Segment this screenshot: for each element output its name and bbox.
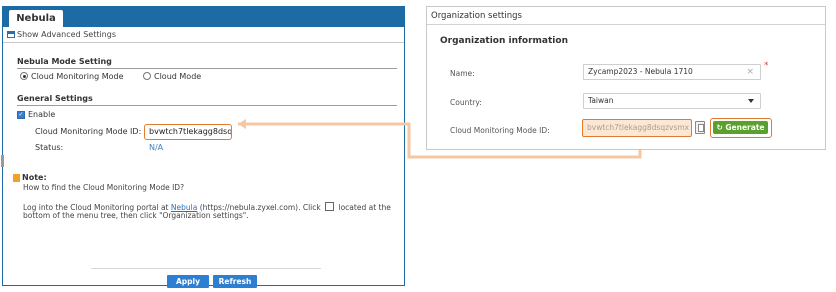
show-advanced-settings-link[interactable]: Show Advanced Settings [7, 30, 116, 39]
required-asterisk: * [764, 61, 769, 71]
button-divider [91, 268, 321, 269]
note-instruction-line-2: bottom of the menu tree, then click "Org… [23, 211, 249, 220]
status-value: N/A [149, 143, 164, 152]
copy-icon[interactable] [695, 121, 705, 134]
note-icon [13, 174, 20, 182]
name-value: Zycamp2023 - Nebula 1710 [588, 67, 693, 76]
radio-unselected-icon [143, 72, 151, 80]
generate-button[interactable]: ↻ Generate [713, 121, 768, 134]
country-label: Country: [450, 98, 482, 107]
generate-highlight: ↻ Generate [710, 118, 772, 138]
device-gui-panel: Nebula Show Advanced Settings Nebula Mod… [1, 6, 405, 288]
screenshot-stage: Nebula Show Advanced Settings Nebula Mod… [0, 0, 836, 292]
panel-resize-handle[interactable] [1, 155, 4, 167]
cloud-monitoring-id-field[interactable]: bvwtch7tlekagg8dsq [144, 124, 232, 140]
note-title: Note: [22, 173, 47, 182]
enable-label: Enable [28, 110, 56, 119]
apply-button[interactable]: Apply [167, 275, 209, 288]
cloud-monitoring-id-label: Cloud Monitoring Mode ID: [35, 127, 142, 136]
country-select[interactable]: Taiwan [583, 93, 761, 109]
radio-label-cloud-mode: Cloud Mode [154, 72, 202, 81]
nebula-mode-section-title: Nebula Mode Setting [17, 57, 112, 66]
organization-menu-icon [325, 202, 335, 211]
status-label: Status: [35, 143, 64, 152]
tab-nebula[interactable]: Nebula [9, 10, 63, 27]
section-divider [17, 105, 397, 106]
name-field[interactable]: Zycamp2023 - Nebula 1710 × [583, 64, 761, 80]
country-value: Taiwan [588, 96, 614, 105]
section-divider [17, 68, 397, 69]
tab-bar: Nebula [3, 7, 404, 27]
radio-cloud-mode[interactable]: Cloud Mode [143, 72, 201, 81]
general-settings-section-title: General Settings [17, 94, 93, 103]
panel-header: Organization settings [427, 7, 825, 25]
radio-label-cloud-monitoring-mode: Cloud Monitoring Mode [31, 72, 124, 81]
note-text-end: located at the [338, 203, 391, 212]
generate-label: Generate [725, 123, 765, 132]
enable-checkbox[interactable]: ✓ Enable [17, 110, 55, 119]
cloud-monitoring-id-field[interactable]: bvwtch7tlekagg8dsqzvsmx [582, 119, 692, 137]
organization-settings-panel: Organization settings Organization infor… [426, 6, 826, 150]
settings-panel-icon [7, 31, 15, 38]
clear-icon[interactable]: × [746, 65, 754, 79]
name-label: Name: [450, 69, 475, 78]
radio-cloud-monitoring-mode[interactable]: Cloud Monitoring Mode [20, 72, 124, 81]
show-advanced-settings-label: Show Advanced Settings [17, 30, 116, 39]
cloud-monitoring-id-label: Cloud Monitoring Mode ID: [450, 126, 550, 135]
refresh-button[interactable]: Refresh [213, 275, 257, 288]
divider [3, 42, 404, 43]
chevron-down-icon [748, 99, 754, 103]
checkbox-checked-icon: ✓ [17, 110, 25, 119]
radio-selected-icon [20, 72, 28, 80]
organization-info-title: Organization information [440, 36, 568, 46]
note-question: How to find the Cloud Monitoring Mode ID… [23, 183, 185, 192]
